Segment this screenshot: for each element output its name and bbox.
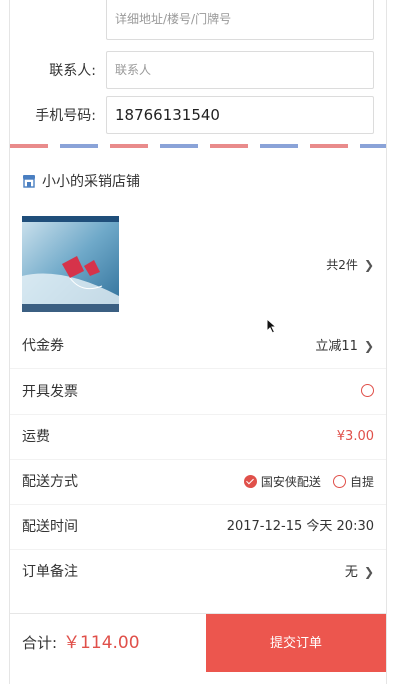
total: 合计: ￥114.00 — [22, 614, 140, 672]
product-image — [22, 216, 119, 312]
chevron-right-icon: ❯ — [363, 258, 374, 272]
checkout-bar: 合计: ￥114.00 提交订单 — [10, 613, 386, 672]
delivery-method-row: 配送方式 国安侠配送 自提 — [10, 460, 386, 504]
total-label: 合计: — [22, 634, 58, 652]
shipping-fee-row: 运费 ¥3.00 — [10, 415, 386, 459]
invoice-label: 开具发票 — [22, 384, 78, 400]
submit-order-button[interactable]: 提交订单 — [206, 614, 386, 672]
item-count: 共2件 — [326, 258, 358, 272]
chevron-right-icon: ❯ — [363, 565, 374, 579]
delivery-time-row[interactable]: 配送时间 2017-12-15 今天 20:30 — [10, 505, 386, 549]
delivery-method-label: 配送方式 — [22, 474, 78, 490]
phone-row: 手机号码: 18766131540 — [10, 96, 386, 136]
delivery-time-value: 2017-12-15 今天 20:30 — [226, 519, 374, 534]
delivery-time-label: 配送时间 — [22, 519, 78, 535]
checked-radio-icon — [243, 475, 257, 488]
invoice-row: 开具发票 — [10, 370, 386, 414]
total-value: ￥114.00 — [63, 633, 140, 653]
coupon-value: 立减11 ❯ — [315, 324, 374, 369]
invoice-toggle[interactable] — [361, 370, 374, 414]
shop-header: 小小的采销店铺 — [22, 172, 140, 192]
divider — [10, 368, 386, 369]
delivery-options: 国安侠配送 自提 — [236, 460, 374, 505]
invoice-radio[interactable] — [361, 384, 374, 397]
radio-icon — [332, 475, 346, 488]
delivery-option-label: 国安侠配送 — [260, 475, 321, 489]
order-note-text: 无 — [344, 565, 358, 580]
scrollbar[interactable] — [386, 32, 387, 358]
order-page: 详细地址/楼号/门牌号 联系人: 联系人 手机号码: 18766131540 小… — [9, 0, 387, 684]
shipping-fee-value: ¥3.00 — [336, 429, 374, 444]
shop-name: 小小的采销店铺 — [42, 174, 140, 190]
delivery-option-label: 自提 — [349, 475, 374, 489]
address-detail-input[interactable]: 详细地址/楼号/门牌号 — [106, 0, 374, 40]
mouse-cursor-icon — [266, 318, 278, 334]
shop-icon — [23, 175, 35, 188]
coupon-amount: 立减11 — [315, 339, 358, 354]
contact-row: 联系人: 联系人 — [10, 51, 386, 91]
coupon-row[interactable]: 代金券 立减11 ❯ — [10, 324, 386, 368]
airmail-divider — [10, 144, 386, 148]
item-count-link[interactable]: 共2件 ❯ — [326, 256, 374, 273]
shipping-fee-label: 运费 — [22, 429, 50, 445]
delivery-option-courier[interactable]: 国安侠配送 — [243, 460, 321, 504]
contact-input[interactable]: 联系人 — [106, 51, 374, 89]
phone-input[interactable]: 18766131540 — [106, 96, 374, 134]
product-thumbnail[interactable] — [22, 216, 119, 312]
order-note-label: 订单备注 — [22, 564, 78, 580]
order-note-value: 无 ❯ — [345, 550, 374, 595]
phone-label: 手机号码: — [35, 108, 96, 124]
order-note-row[interactable]: 订单备注 无 ❯ — [10, 550, 386, 594]
chevron-right-icon: ❯ — [363, 339, 374, 353]
contact-label: 联系人: — [49, 63, 96, 79]
delivery-option-pickup[interactable]: 自提 — [332, 460, 374, 504]
coupon-label: 代金券 — [22, 338, 64, 354]
address-detail-row: 详细地址/楼号/门牌号 — [10, 0, 386, 40]
